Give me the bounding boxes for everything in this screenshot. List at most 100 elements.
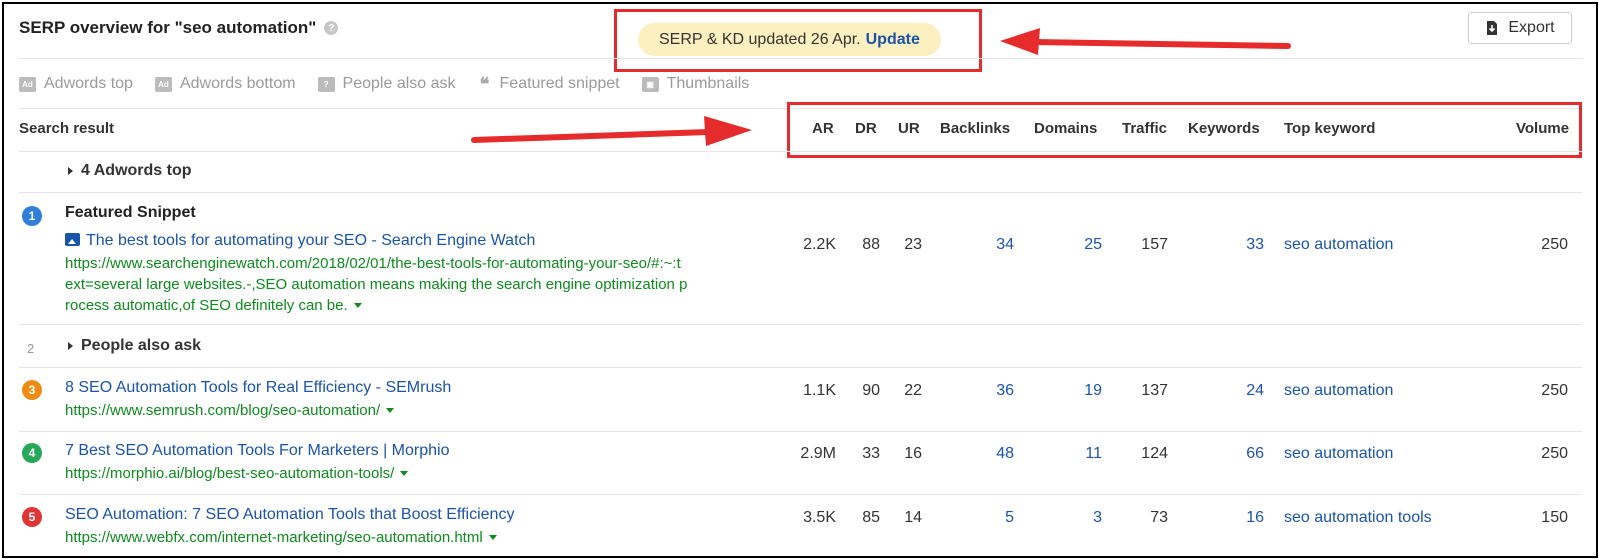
cell-keywords[interactable]: 16: [1224, 509, 1264, 527]
cell-ur: 22: [904, 382, 922, 399]
filter-people-also-ask[interactable]: ? People also ask: [317, 75, 456, 93]
group-adwords-top[interactable]: 4 Adwords top: [68, 162, 192, 180]
result-url[interactable]: https://morphio.ai/blog/best-seo-automat…: [65, 463, 409, 484]
column-header-top-keyword[interactable]: Top keyword: [1284, 120, 1375, 137]
cell-domains[interactable]: 19: [1062, 382, 1102, 400]
filter-adwords-bottom[interactable]: Ad Adwords bottom: [154, 75, 296, 93]
column-header-domains[interactable]: Domains: [1034, 120, 1097, 137]
cell-keywords[interactable]: 33: [1224, 236, 1264, 254]
column-header-ur[interactable]: UR: [898, 120, 920, 137]
cell-domains[interactable]: 3: [1062, 509, 1102, 527]
chevron-down-icon[interactable]: [400, 471, 409, 476]
cell-ar: 2.2K: [803, 236, 836, 253]
cell-traffic: 137: [1141, 382, 1168, 399]
cell-dr: 33: [862, 445, 880, 462]
cell-volume: 250: [1541, 445, 1568, 462]
result-url-line: https://www.searchenginewatch.com/2018/0…: [65, 255, 681, 272]
cell-backlinks[interactable]: 34: [974, 236, 1014, 254]
result-title-text: The best tools for automating your SEO -…: [86, 232, 536, 249]
cell-backlinks[interactable]: 36: [974, 382, 1014, 400]
divider: [19, 324, 1582, 325]
result-title-link[interactable]: The best tools for automating your SEO -…: [65, 232, 535, 250]
cell-ur: 14: [904, 509, 922, 526]
serp-feature-filters: Ad Adwords top Ad Adwords bottom ? Peopl…: [19, 72, 749, 96]
filter-label: Featured snippet: [499, 75, 620, 92]
cell-traffic: 73: [1150, 509, 1168, 526]
result-url[interactable]: https://www.searchenginewatch.com/2018/0…: [65, 253, 687, 316]
result-url[interactable]: https://www.semrush.com/blog/seo-automat…: [65, 400, 395, 421]
page-title: SERP overview for "seo automation" ?: [19, 18, 339, 38]
filter-adwords-top[interactable]: Ad Adwords top: [19, 75, 133, 93]
position-number: 2: [27, 341, 35, 356]
divider: [19, 192, 1582, 193]
chevron-down-icon[interactable]: [488, 535, 497, 540]
column-header-keywords[interactable]: Keywords: [1188, 120, 1260, 137]
result-title-link[interactable]: SEO Automation: 7 SEO Automation Tools t…: [65, 506, 514, 524]
chevron-down-icon[interactable]: [386, 408, 395, 413]
result-url[interactable]: https://www.webfx.com/internet-marketing…: [65, 527, 497, 548]
page-title-text: SERP overview for "seo automation": [19, 18, 317, 37]
ad-icon: Ad: [154, 76, 172, 92]
result-url-text: https://www.semrush.com/blog/seo-automat…: [65, 402, 381, 419]
column-header-traffic[interactable]: Traffic: [1122, 120, 1167, 137]
download-icon: [1487, 21, 1498, 35]
column-header-backlinks[interactable]: Backlinks: [940, 120, 1010, 137]
update-link[interactable]: Update: [866, 31, 920, 49]
image-icon: [65, 233, 80, 246]
filter-label: Thumbnails: [666, 75, 750, 92]
export-label: Export: [1508, 19, 1555, 36]
caret-right-icon: [68, 342, 73, 350]
position-badge: 1: [22, 206, 42, 226]
filter-thumbnails[interactable]: ▣ Thumbnails: [641, 75, 750, 93]
cell-domains[interactable]: 25: [1062, 236, 1102, 254]
divider: [19, 431, 1582, 432]
result-title-link[interactable]: 8 SEO Automation Tools for Real Efficien…: [65, 379, 451, 397]
filter-label: Adwords bottom: [179, 75, 296, 92]
filter-label: People also ask: [342, 75, 456, 92]
column-header-volume[interactable]: Volume: [1516, 120, 1569, 137]
position-badge: 5: [22, 507, 42, 527]
cell-top-keyword[interactable]: seo automation: [1284, 236, 1393, 254]
cell-ar: 1.1K: [803, 382, 836, 399]
annotation-arrow-columns: [471, 116, 752, 146]
column-header-dr[interactable]: DR: [855, 120, 877, 137]
result-url-line: ext=several large websites.-,SEO automat…: [65, 276, 688, 293]
cell-backlinks[interactable]: 48: [974, 445, 1014, 463]
group-label: People also ask: [81, 337, 202, 354]
column-header-ar[interactable]: AR: [812, 120, 834, 137]
cell-volume: 150: [1541, 509, 1568, 526]
cell-backlinks[interactable]: 5: [974, 509, 1014, 527]
cell-ur: 16: [904, 445, 922, 462]
group-people-also-ask[interactable]: People also ask: [68, 337, 201, 355]
result-url-text: https://www.webfx.com/internet-marketing…: [65, 529, 483, 546]
featured-snippet-label: Featured Snippet: [65, 204, 196, 221]
chevron-down-icon[interactable]: [353, 303, 362, 308]
cell-keywords[interactable]: 66: [1224, 445, 1264, 463]
help-icon[interactable]: ?: [324, 21, 339, 35]
cell-traffic: 157: [1141, 236, 1168, 253]
cell-dr: 90: [862, 382, 880, 399]
ad-icon: Ad: [19, 76, 36, 92]
caret-right-icon: [68, 167, 73, 175]
filter-featured-snippet[interactable]: ❝ Featured snippet: [478, 74, 620, 94]
cell-keywords[interactable]: 24: [1224, 382, 1264, 400]
divider: [19, 151, 1582, 152]
group-label: 4 Adwords top: [81, 162, 192, 179]
update-annotation-box: SERP & KD updated 26 Apr. Update: [614, 9, 982, 72]
image-icon: ▣: [641, 76, 659, 92]
cell-domains[interactable]: 11: [1062, 445, 1102, 463]
result-url-text: https://morphio.ai/blog/best-seo-automat…: [65, 465, 395, 482]
result-url-line: rocess automatic,of SEO definitely can b…: [65, 295, 687, 316]
cell-top-keyword[interactable]: seo automation: [1284, 445, 1393, 463]
cell-top-keyword[interactable]: seo automation tools: [1284, 509, 1432, 527]
export-button[interactable]: Export: [1468, 12, 1572, 44]
cell-volume: 250: [1541, 236, 1568, 253]
cell-traffic: 124: [1141, 445, 1168, 462]
cell-top-keyword[interactable]: seo automation: [1284, 382, 1393, 400]
column-header-search-result: Search result: [19, 120, 115, 137]
result-title-link[interactable]: 7 Best SEO Automation Tools For Marketer…: [65, 442, 449, 460]
cell-ur: 23: [904, 236, 922, 253]
update-notice: SERP & KD updated 26 Apr. Update: [638, 23, 941, 56]
cell-ar: 3.5K: [803, 509, 836, 526]
position-badge: 4: [22, 443, 42, 463]
